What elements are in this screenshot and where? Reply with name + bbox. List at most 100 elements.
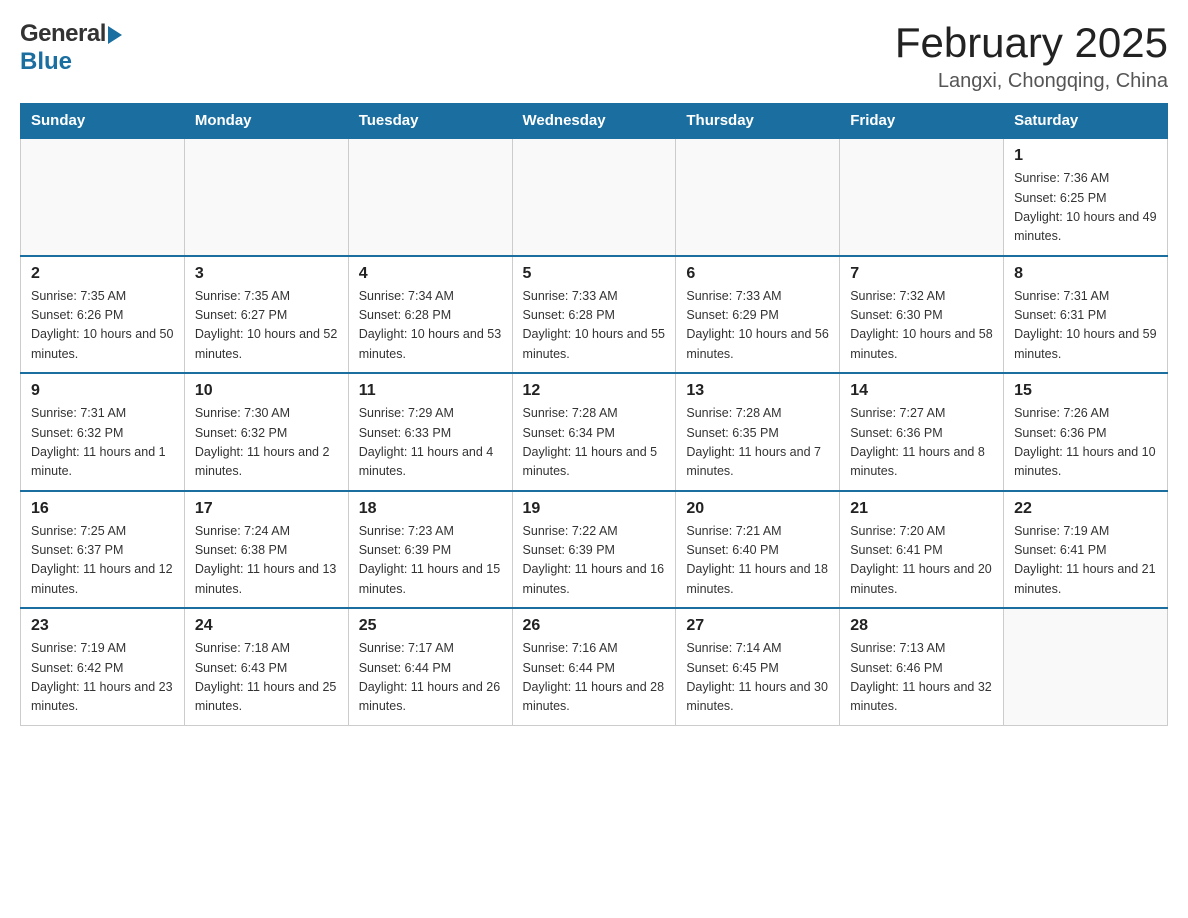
calendar-cell: 1Sunrise: 7:36 AMSunset: 6:25 PMDaylight… <box>1004 138 1168 256</box>
calendar-cell: 18Sunrise: 7:23 AMSunset: 6:39 PMDayligh… <box>348 491 512 609</box>
day-number: 22 <box>1014 500 1157 518</box>
day-number: 25 <box>359 617 502 635</box>
week-row-1: 1Sunrise: 7:36 AMSunset: 6:25 PMDaylight… <box>21 138 1168 256</box>
day-number: 3 <box>195 265 338 283</box>
day-info: Sunrise: 7:32 AMSunset: 6:30 PMDaylight:… <box>850 287 993 365</box>
calendar-cell <box>184 138 348 256</box>
day-number: 2 <box>31 265 174 283</box>
calendar-header-tuesday: Tuesday <box>348 104 512 139</box>
calendar-cell: 19 Sunrise: 7:22 AMSunset: 6:39 PMDayligh… <box>512 491 676 609</box>
day-info: Sunrise: 7:26 AMSunset: 6:36 PMDaylight:… <box>1014 404 1157 482</box>
day-info: Sunrise: 7:16 AMSunset: 6:44 PMDaylight:… <box>523 639 666 717</box>
calendar-header-thursday: Thursday <box>676 104 840 139</box>
calendar-cell: 21 Sunrise: 7:20 AMSunset: 6:41 PMDayligh… <box>840 491 1004 609</box>
day-number: 8 <box>1014 265 1157 283</box>
calendar-header-saturday: Saturday <box>1004 104 1168 139</box>
calendar-cell <box>512 138 676 256</box>
logo: General Blue <box>20 20 122 76</box>
calendar-cell: 17Sunrise: 7:24 AMSunset: 6:38 PMDayligh… <box>184 491 348 609</box>
day-info: Sunrise: 7:31 AMSunset: 6:32 PMDaylight:… <box>31 404 174 482</box>
day-info: Sunrise: 7:29 AMSunset: 6:33 PMDaylight:… <box>359 404 502 482</box>
calendar-cell: 12 Sunrise: 7:28 AMSunset: 6:34 PMDayligh… <box>512 373 676 491</box>
calendar-cell: 5 Sunrise: 7:33 AMSunset: 6:28 PMDaylight… <box>512 256 676 374</box>
day-info: Sunrise: 7:31 AMSunset: 6:31 PMDaylight:… <box>1014 287 1157 365</box>
calendar-cell: 13 Sunrise: 7:28 AMSunset: 6:35 PMDayligh… <box>676 373 840 491</box>
day-number: 15 <box>1014 382 1157 400</box>
calendar-header-row: SundayMondayTuesdayWednesdayThursdayFrid… <box>21 104 1168 139</box>
day-number: 5 <box>523 265 666 283</box>
calendar-cell: 6Sunrise: 7:33 AMSunset: 6:29 PMDaylight… <box>676 256 840 374</box>
main-title: February 2025 <box>895 20 1168 66</box>
day-number: 24 <box>195 617 338 635</box>
day-number: 20 <box>686 500 829 518</box>
calendar-cell <box>676 138 840 256</box>
calendar-cell <box>1004 608 1168 725</box>
logo-blue-text: Blue <box>20 48 72 76</box>
calendar-cell: 24 Sunrise: 7:18 AMSunset: 6:43 PMDayligh… <box>184 608 348 725</box>
week-row-5: 23 Sunrise: 7:19 AMSunset: 6:42 PMDayligh… <box>21 608 1168 725</box>
day-info: Sunrise: 7:28 AMSunset: 6:35 PMDaylight:… <box>686 404 829 482</box>
day-info: Sunrise: 7:35 AMSunset: 6:26 PMDaylight:… <box>31 287 174 365</box>
calendar-cell: 7 Sunrise: 7:32 AMSunset: 6:30 PMDaylight… <box>840 256 1004 374</box>
day-number: 23 <box>31 617 174 635</box>
calendar-cell: 4 Sunrise: 7:34 AMSunset: 6:28 PMDaylight… <box>348 256 512 374</box>
calendar-cell: 20 Sunrise: 7:21 AMSunset: 6:40 PMDayligh… <box>676 491 840 609</box>
day-info: Sunrise: 7:24 AMSunset: 6:38 PMDaylight:… <box>195 522 338 600</box>
day-info: Sunrise: 7:30 AMSunset: 6:32 PMDaylight:… <box>195 404 338 482</box>
day-info: Sunrise: 7:19 AMSunset: 6:42 PMDaylight:… <box>31 639 174 717</box>
calendar-header-monday: Monday <box>184 104 348 139</box>
calendar-cell: 27 Sunrise: 7:14 AMSunset: 6:45 PMDayligh… <box>676 608 840 725</box>
day-number: 26 <box>523 617 666 635</box>
calendar-header-wednesday: Wednesday <box>512 104 676 139</box>
day-info: Sunrise: 7:18 AMSunset: 6:43 PMDaylight:… <box>195 639 338 717</box>
calendar-cell: 16 Sunrise: 7:25 AMSunset: 6:37 PMDayligh… <box>21 491 185 609</box>
day-number: 14 <box>850 382 993 400</box>
day-info: Sunrise: 7:19 AMSunset: 6:41 PMDaylight:… <box>1014 522 1157 600</box>
calendar-header-sunday: Sunday <box>21 104 185 139</box>
calendar-cell: 14Sunrise: 7:27 AMSunset: 6:36 PMDayligh… <box>840 373 1004 491</box>
day-number: 10 <box>195 382 338 400</box>
calendar-cell: 22 Sunrise: 7:19 AMSunset: 6:41 PMDayligh… <box>1004 491 1168 609</box>
day-number: 18 <box>359 500 502 518</box>
calendar-cell: 9 Sunrise: 7:31 AMSunset: 6:32 PMDaylight… <box>21 373 185 491</box>
calendar-cell <box>840 138 1004 256</box>
calendar-cell: 15 Sunrise: 7:26 AMSunset: 6:36 PMDayligh… <box>1004 373 1168 491</box>
calendar-cell: 11 Sunrise: 7:29 AMSunset: 6:33 PMDayligh… <box>348 373 512 491</box>
calendar-cell: 10 Sunrise: 7:30 AMSunset: 6:32 PMDayligh… <box>184 373 348 491</box>
week-row-4: 16 Sunrise: 7:25 AMSunset: 6:37 PMDayligh… <box>21 491 1168 609</box>
day-info: Sunrise: 7:34 AMSunset: 6:28 PMDaylight:… <box>359 287 502 365</box>
day-info: Sunrise: 7:13 AMSunset: 6:46 PMDaylight:… <box>850 639 993 717</box>
day-number: 27 <box>686 617 829 635</box>
calendar-cell: 8 Sunrise: 7:31 AMSunset: 6:31 PMDaylight… <box>1004 256 1168 374</box>
logo-arrow-icon <box>108 26 122 44</box>
day-number: 28 <box>850 617 993 635</box>
day-number: 9 <box>31 382 174 400</box>
day-info: Sunrise: 7:17 AMSunset: 6:44 PMDaylight:… <box>359 639 502 717</box>
day-number: 11 <box>359 382 502 400</box>
day-number: 7 <box>850 265 993 283</box>
day-info: Sunrise: 7:33 AMSunset: 6:29 PMDaylight:… <box>686 287 829 365</box>
day-info: Sunrise: 7:25 AMSunset: 6:37 PMDaylight:… <box>31 522 174 600</box>
subtitle: Langxi, Chongqing, China <box>895 70 1168 93</box>
day-number: 12 <box>523 382 666 400</box>
day-info: Sunrise: 7:36 AMSunset: 6:25 PMDaylight:… <box>1014 169 1157 247</box>
week-row-3: 9 Sunrise: 7:31 AMSunset: 6:32 PMDaylight… <box>21 373 1168 491</box>
day-info: Sunrise: 7:20 AMSunset: 6:41 PMDaylight:… <box>850 522 993 600</box>
day-info: Sunrise: 7:35 AMSunset: 6:27 PMDaylight:… <box>195 287 338 365</box>
day-number: 21 <box>850 500 993 518</box>
day-number: 16 <box>31 500 174 518</box>
day-number: 19 <box>523 500 666 518</box>
title-area: February 2025 Langxi, Chongqing, China <box>895 20 1168 93</box>
day-info: Sunrise: 7:14 AMSunset: 6:45 PMDaylight:… <box>686 639 829 717</box>
day-info: Sunrise: 7:22 AMSunset: 6:39 PMDaylight:… <box>523 522 666 600</box>
day-number: 4 <box>359 265 502 283</box>
day-info: Sunrise: 7:33 AMSunset: 6:28 PMDaylight:… <box>523 287 666 365</box>
logo-general-text: General <box>20 20 106 48</box>
day-info: Sunrise: 7:28 AMSunset: 6:34 PMDaylight:… <box>523 404 666 482</box>
day-info: Sunrise: 7:21 AMSunset: 6:40 PMDaylight:… <box>686 522 829 600</box>
day-number: 13 <box>686 382 829 400</box>
calendar-table: SundayMondayTuesdayWednesdayThursdayFrid… <box>20 103 1168 726</box>
page-header: General Blue February 2025 Langxi, Chong… <box>20 20 1168 93</box>
calendar-cell: 3 Sunrise: 7:35 AMSunset: 6:27 PMDaylight… <box>184 256 348 374</box>
calendar-cell: 25 Sunrise: 7:17 AMSunset: 6:44 PMDayligh… <box>348 608 512 725</box>
